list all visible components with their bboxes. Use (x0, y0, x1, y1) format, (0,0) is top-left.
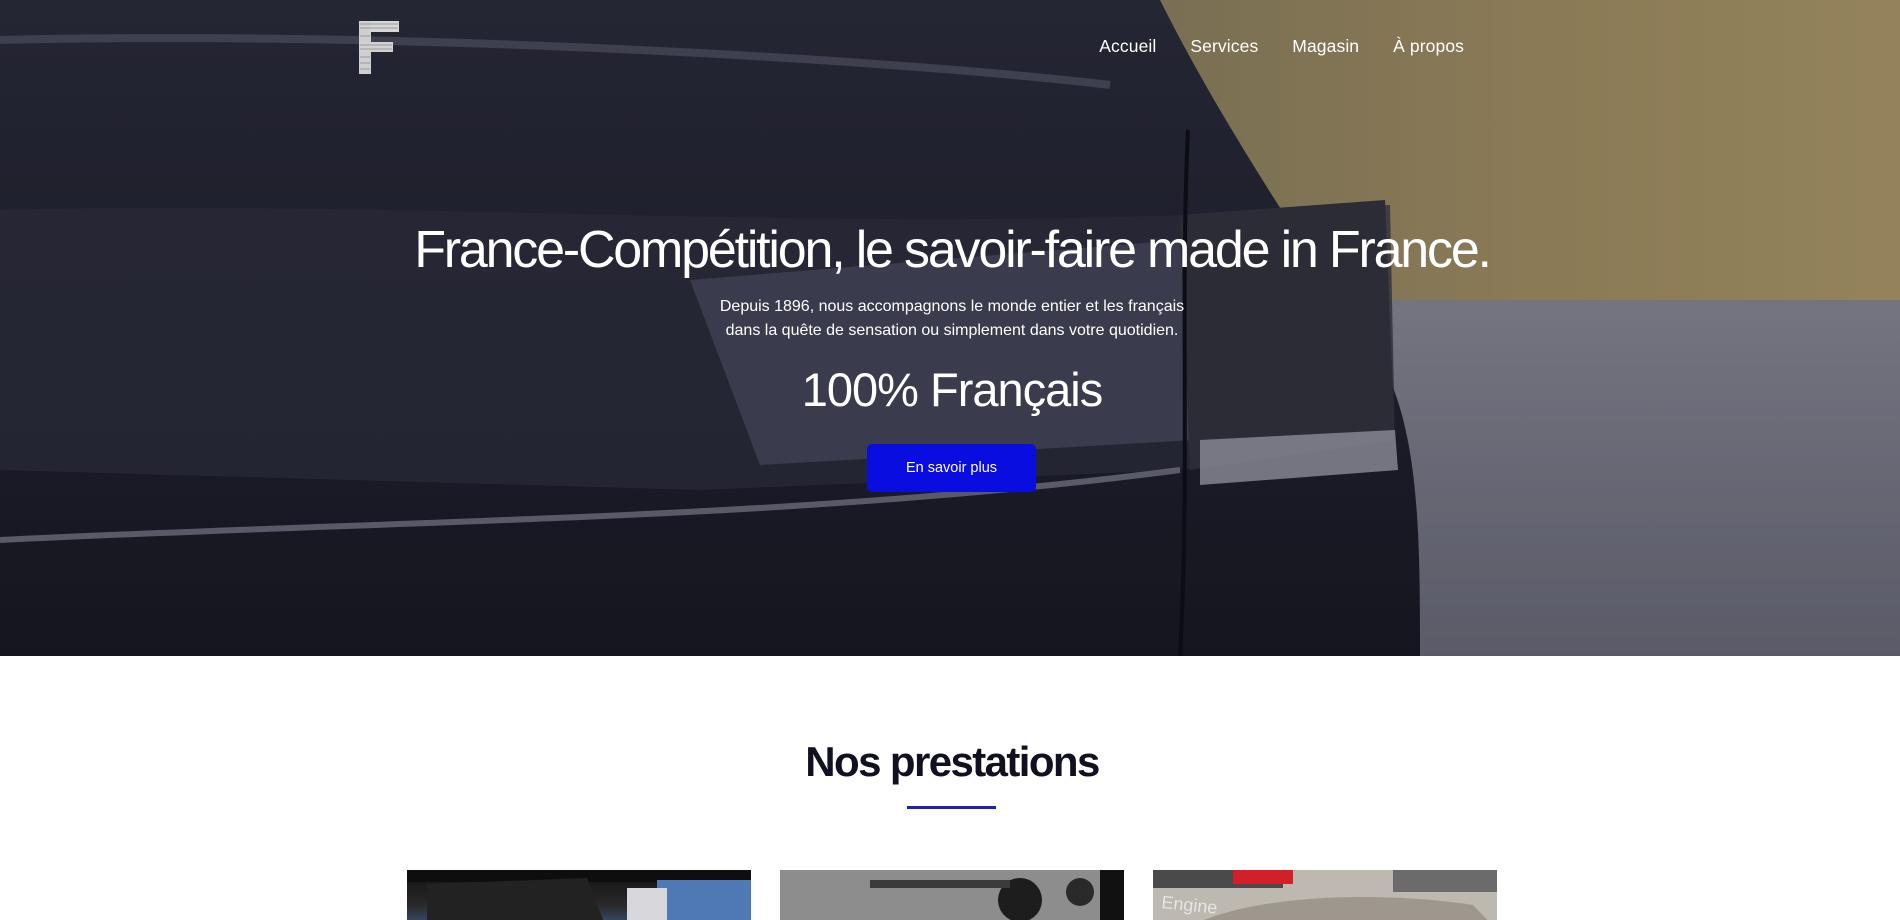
service-card-2-image (780, 870, 1124, 920)
service-card-2[interactable] (780, 870, 1124, 920)
service-card-1-image (407, 870, 751, 920)
service-card-1[interactable] (407, 870, 751, 920)
section-divider (907, 806, 996, 809)
nav-item-services[interactable]: Services (1190, 36, 1258, 57)
service-card-3-image: Engine (1153, 870, 1497, 920)
hero-subtitle-line2: dans la quête de sensation ou simplement… (725, 322, 1179, 339)
nav-item-a-propos[interactable]: À propos (1393, 36, 1464, 57)
f-logo-icon[interactable] (359, 21, 399, 74)
learn-more-button[interactable]: En savoir plus (867, 444, 1036, 492)
hero-tagline: 100% Français (801, 363, 1104, 416)
hero-subtitle-line1: Depuis 1896, nous accompagnons le monde … (719, 298, 1185, 315)
section-title: Nos prestations (805, 738, 1100, 785)
hero-subtitle: Depuis 1896, nous accompagnons le monde … (0, 295, 1900, 343)
nav-item-accueil[interactable]: Accueil (1099, 36, 1156, 57)
main-nav: Accueil Services Magasin À propos (1099, 36, 1464, 57)
nav-item-magasin[interactable]: Magasin (1292, 36, 1359, 57)
hero-banner: Accueil Services Magasin À propos France… (0, 0, 1900, 656)
hero-title: France-Compétition, le savoir-faire made… (414, 221, 1492, 279)
service-card-3[interactable]: Engine (1153, 870, 1497, 920)
